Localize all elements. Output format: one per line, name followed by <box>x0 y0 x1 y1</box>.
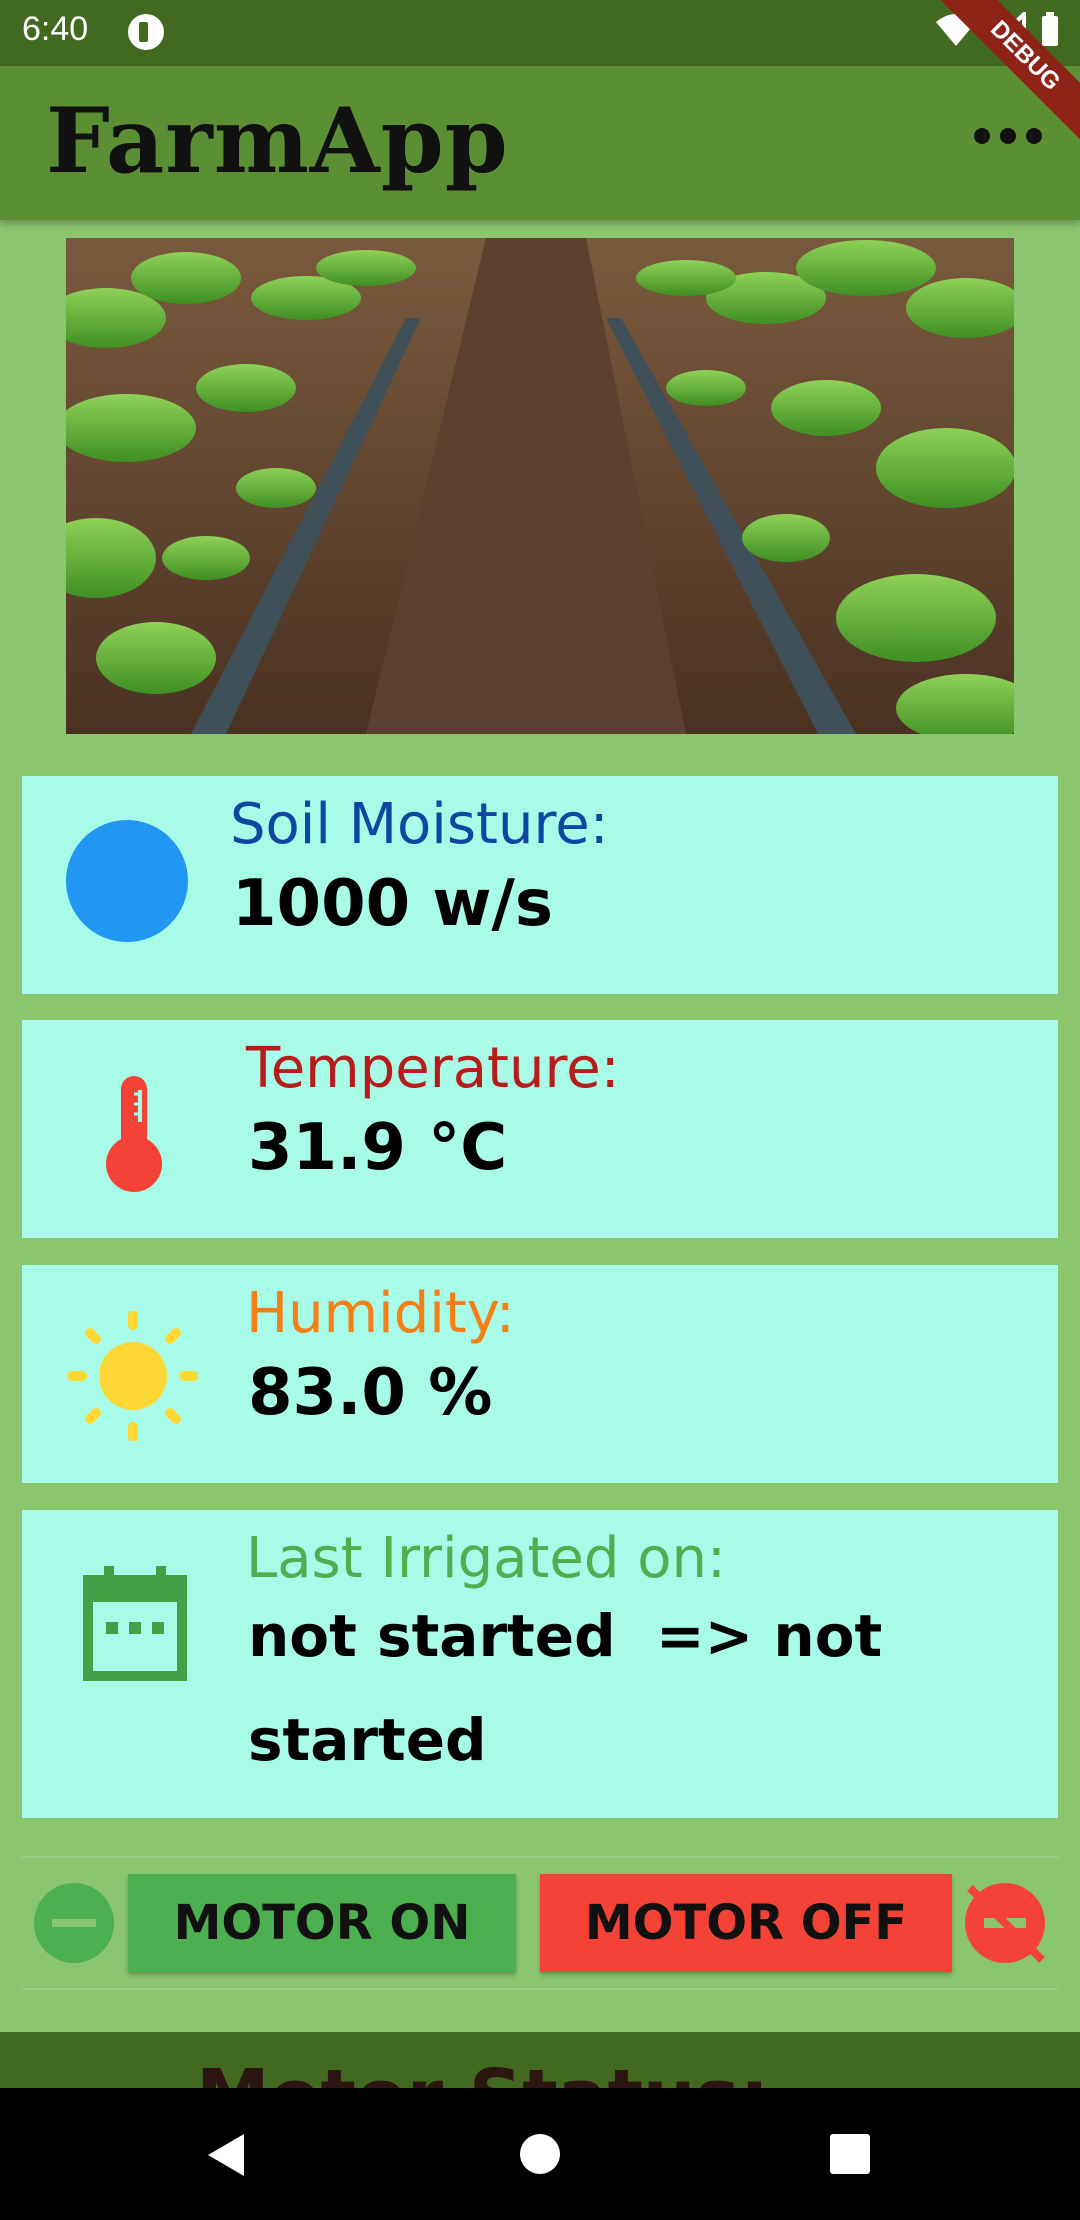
last-irrigated-value-line1: not started => not <box>248 1602 883 1670</box>
soil-moisture-label: Soil Moisture: <box>230 792 609 857</box>
hero-image <box>66 238 1014 734</box>
notification-icon <box>128 14 164 50</box>
app-bar: FarmApp <box>0 66 1080 220</box>
recents-icon[interactable] <box>830 2134 870 2174</box>
battery-icon <box>1042 12 1058 46</box>
back-icon[interactable] <box>204 2132 248 2178</box>
last-irrigated-card: Last Irrigated on: not started => not st… <box>22 1510 1058 1818</box>
sun-icon <box>68 1311 198 1441</box>
last-irrigated-label: Last Irrigated on: <box>246 1526 726 1591</box>
motor-off-button[interactable]: MOTOR OFF <box>540 1874 952 1972</box>
soil-moisture-value: 1000 w/s <box>232 867 553 941</box>
motor-status-section: Motor Status: <box>0 2032 1080 2088</box>
calendar-icon <box>83 1566 187 1681</box>
home-icon[interactable] <box>520 2134 560 2174</box>
temperature-value: 31.9 °C <box>248 1111 508 1185</box>
motor-status-heading: Motor Status: <box>196 2054 769 2088</box>
minus-circle-icon <box>34 1883 114 1963</box>
humidity-label: Humidity: <box>246 1281 515 1346</box>
more-horiz-icon[interactable] <box>974 128 1042 144</box>
circle-icon <box>66 820 188 942</box>
humidity-card: Humidity: 83.0 % <box>22 1265 1058 1483</box>
system-nav-bar <box>0 2088 1080 2220</box>
motor-off-icon <box>965 1883 1045 1963</box>
last-irrigated-value-line2: started <box>248 1706 487 1774</box>
temperature-label: Temperature: <box>246 1036 620 1101</box>
status-time: 6:40 <box>22 10 89 48</box>
divider-bottom <box>22 1988 1058 1990</box>
temperature-card: Temperature: 31.9 °C <box>22 1020 1058 1238</box>
motor-on-button[interactable]: MOTOR ON <box>128 1874 516 1972</box>
thermometer-icon <box>106 1076 162 1192</box>
status-bar: 6:40 <box>0 0 1080 66</box>
soil-moisture-card: Soil Moisture: 1000 w/s <box>22 776 1058 994</box>
humidity-value: 83.0 % <box>248 1356 493 1430</box>
app-title: FarmApp <box>46 88 509 194</box>
divider-top <box>22 1856 1058 1858</box>
